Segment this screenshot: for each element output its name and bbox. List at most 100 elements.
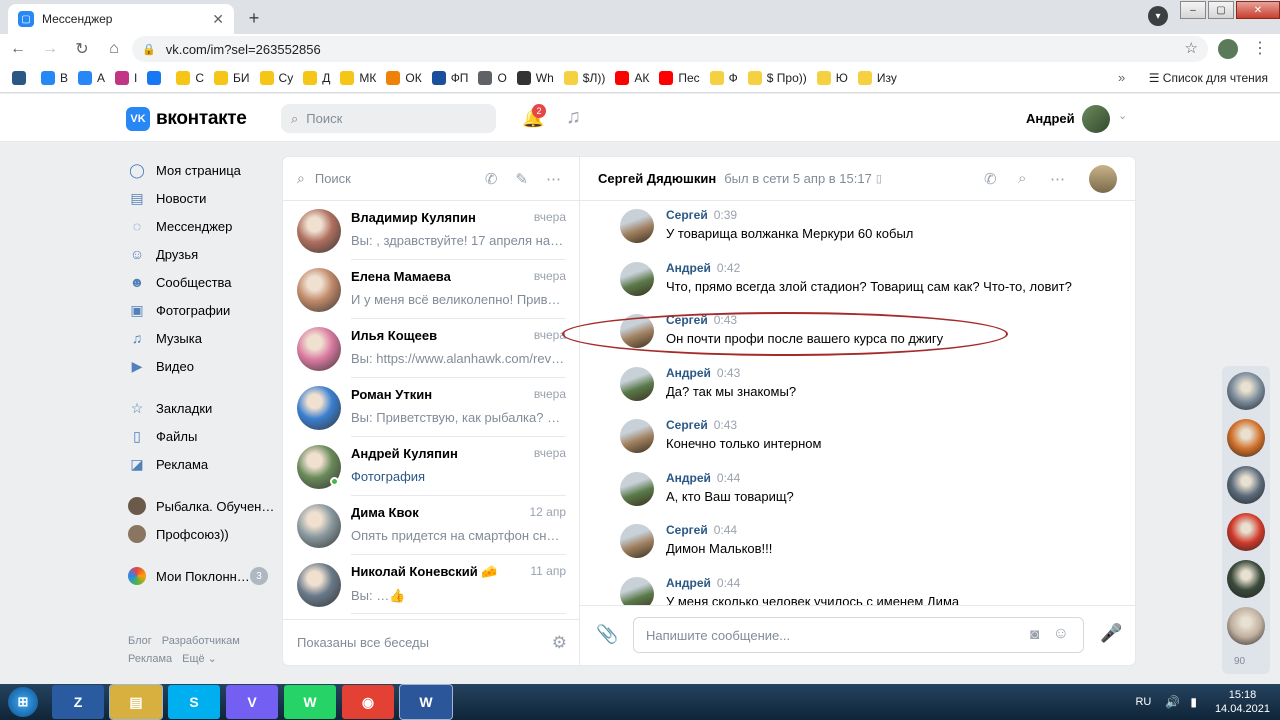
close-window-button[interactable]: ✕	[1236, 1, 1280, 19]
more-icon[interactable]: ⋯	[546, 170, 561, 188]
message-author[interactable]: Сергей	[666, 208, 708, 222]
browser-menu-icon[interactable]: ⋮	[1252, 38, 1268, 58]
conversation-item[interactable]: Владимир Куляпин вчера Вы: , здравствуйте!…	[283, 201, 579, 260]
message-input[interactable]: Напишите сообщение... ◙ ☺	[633, 617, 1084, 653]
nav2-item-1[interactable]: ▯ Файлы	[128, 422, 278, 450]
bookmark-item[interactable]: С	[176, 71, 204, 85]
message-author[interactable]: Андрей	[666, 576, 711, 590]
phone-icon[interactable]: ✆	[984, 170, 997, 188]
bookmark-item[interactable]: $Л))	[563, 71, 605, 85]
nav-item-4[interactable]: ☻ Сообщества	[128, 268, 278, 296]
chrome-profile-icon[interactable]: ▾	[1148, 6, 1168, 26]
bookmark-item[interactable]: Д	[303, 71, 330, 85]
vk-logo[interactable]: VK вконтакте	[126, 107, 247, 131]
message-avatar[interactable]	[620, 419, 654, 453]
language-indicator[interactable]: RU	[1135, 696, 1151, 708]
bookmark-item[interactable]: Ю	[816, 71, 848, 85]
nav2-item-0[interactable]: ☆ Закладки	[128, 394, 278, 422]
back-arrow-icon[interactable]: ←	[4, 35, 32, 63]
search-icon[interactable]: ⌕	[1018, 170, 1026, 187]
bookmark-star-icon[interactable]: ☆	[1185, 39, 1198, 57]
bookmark-item[interactable]: МК	[340, 71, 376, 85]
message-author[interactable]: Андрей	[666, 471, 711, 485]
bookmarks-more-icon[interactable]: »	[1118, 70, 1125, 85]
chat-contact-name[interactable]: Сергей Дядюшкин	[598, 171, 716, 186]
music-note-icon[interactable]: ♫	[566, 106, 581, 129]
message-author[interactable]: Андрей	[666, 261, 711, 275]
browser-profile-avatar[interactable]	[1218, 39, 1238, 59]
reload-icon[interactable]: ↻	[68, 35, 96, 63]
chat-head-avatar[interactable]	[1227, 372, 1265, 410]
speaker-icon[interactable]: 🔊	[1165, 695, 1180, 709]
tab-close-icon[interactable]: ✕	[212, 11, 224, 28]
message-avatar[interactable]	[620, 576, 654, 606]
vk-search-input[interactable]: ⌕ Поиск	[281, 104, 496, 133]
footer-link-more[interactable]: Ещё ⌄	[182, 653, 217, 665]
chat-contact-avatar[interactable]	[1089, 165, 1117, 193]
message-avatar[interactable]	[620, 524, 654, 558]
message[interactable]: Сергей 0:43 Конечно только интерном	[580, 411, 1135, 464]
nav-item-2[interactable]: ◌ Мессенджер	[128, 212, 278, 240]
nav-item-0[interactable]: ◯ Моя страница	[128, 156, 278, 184]
footer-link-blog[interactable]: Блог	[128, 635, 152, 647]
bookmark-item[interactable]: ОК	[386, 71, 422, 85]
bookmark-item[interactable]: I	[115, 71, 137, 85]
fans-app-item[interactable]: Мои Поклонн… 3	[128, 562, 278, 590]
conversation-item[interactable]: Дима Квок 12 апр Опять придется на смартфо…	[283, 496, 579, 555]
paperclip-icon[interactable]: 📎	[596, 624, 618, 645]
bookmark-item[interactable]: Пес	[659, 71, 700, 85]
bookmark-item[interactable]: О	[478, 71, 507, 85]
emoji-icon[interactable]: ☺	[1053, 625, 1069, 643]
message[interactable]: Андрей 0:44 У меня сколько человек училось…	[580, 569, 1135, 606]
bookmark-item[interactable]	[12, 71, 31, 85]
network-icon[interactable]: ▮	[1190, 695, 1197, 709]
compose-icon[interactable]: ✎	[515, 170, 528, 188]
forward-arrow-icon[interactable]: →	[36, 35, 64, 63]
chat-head-avatar[interactable]	[1227, 560, 1265, 598]
message[interactable]: Андрей 0:43 Да? так мы знакомы?	[580, 359, 1135, 412]
home-icon[interactable]: ⌂	[100, 35, 128, 63]
bookmark-item[interactable]: В	[41, 71, 68, 85]
microphone-icon[interactable]: 🎤	[1100, 623, 1122, 644]
conversation-search-input[interactable]: Поиск	[315, 171, 485, 186]
more-icon[interactable]: ⋯	[1050, 170, 1065, 188]
group-item[interactable]: Рыбалка. Обучен…	[128, 492, 278, 520]
chevron-down-icon[interactable]: ⌄	[1118, 109, 1127, 122]
taskbar-app-button[interactable]: S	[168, 685, 220, 719]
message-author[interactable]: Сергей	[666, 523, 708, 537]
bookmark-item[interactable]: АК	[615, 71, 649, 85]
message-author[interactable]: Андрей	[666, 366, 711, 380]
taskbar-app-button[interactable]: V	[226, 685, 278, 719]
bookmark-item[interactable]: Wh	[516, 71, 554, 85]
bookmark-item[interactable]: Су	[259, 71, 293, 85]
nav-item-1[interactable]: ▤ Новости	[128, 184, 278, 212]
start-button[interactable]: ⊞	[0, 684, 46, 720]
message[interactable]: Сергей 0:44 Димон Мальков!!!	[580, 516, 1135, 569]
camera-icon[interactable]: ◙	[1030, 626, 1039, 643]
bookmark-item[interactable]: БИ	[214, 71, 250, 85]
nav2-item-2[interactable]: ◪ Реклама	[128, 450, 278, 478]
user-avatar[interactable]	[1082, 105, 1110, 133]
nav-item-7[interactable]: ▶ Видео	[128, 352, 278, 380]
footer-link-dev[interactable]: Разработчикам	[162, 635, 240, 647]
bookmark-item[interactable]	[147, 71, 166, 85]
chat-head-avatar[interactable]	[1227, 466, 1265, 504]
reading-list-button[interactable]: ☰ Список для чтения	[1149, 71, 1268, 85]
message[interactable]: Сергей 0:43 Он почти профи после вашего ку…	[580, 306, 1135, 359]
footer-link-ads[interactable]: Реклама	[128, 653, 172, 665]
user-name[interactable]: Андрей	[1026, 111, 1075, 126]
message[interactable]: Андрей 0:44 А, кто Ваш товарищ?	[580, 464, 1135, 517]
taskbar-app-button[interactable]: ◉	[342, 685, 394, 719]
message-author[interactable]: Сергей	[666, 313, 708, 327]
taskbar-app-button[interactable]: W	[284, 685, 336, 719]
add-call-icon[interactable]: ✆	[485, 170, 498, 188]
chat-head-avatar[interactable]	[1227, 419, 1265, 457]
message-avatar[interactable]	[620, 471, 654, 506]
clock[interactable]: 15:18 14.04.2021	[1215, 688, 1270, 716]
address-bar[interactable]: 🔒 vk.com/im?sel=263552856 ☆	[132, 36, 1208, 62]
message-avatar[interactable]	[620, 261, 654, 296]
message-avatar[interactable]	[620, 209, 654, 243]
bookmark-item[interactable]: Ф	[709, 71, 738, 85]
browser-tab[interactable]: ▢ Мессенджер ✕	[8, 4, 234, 34]
bookmark-item[interactable]: А	[78, 71, 105, 85]
